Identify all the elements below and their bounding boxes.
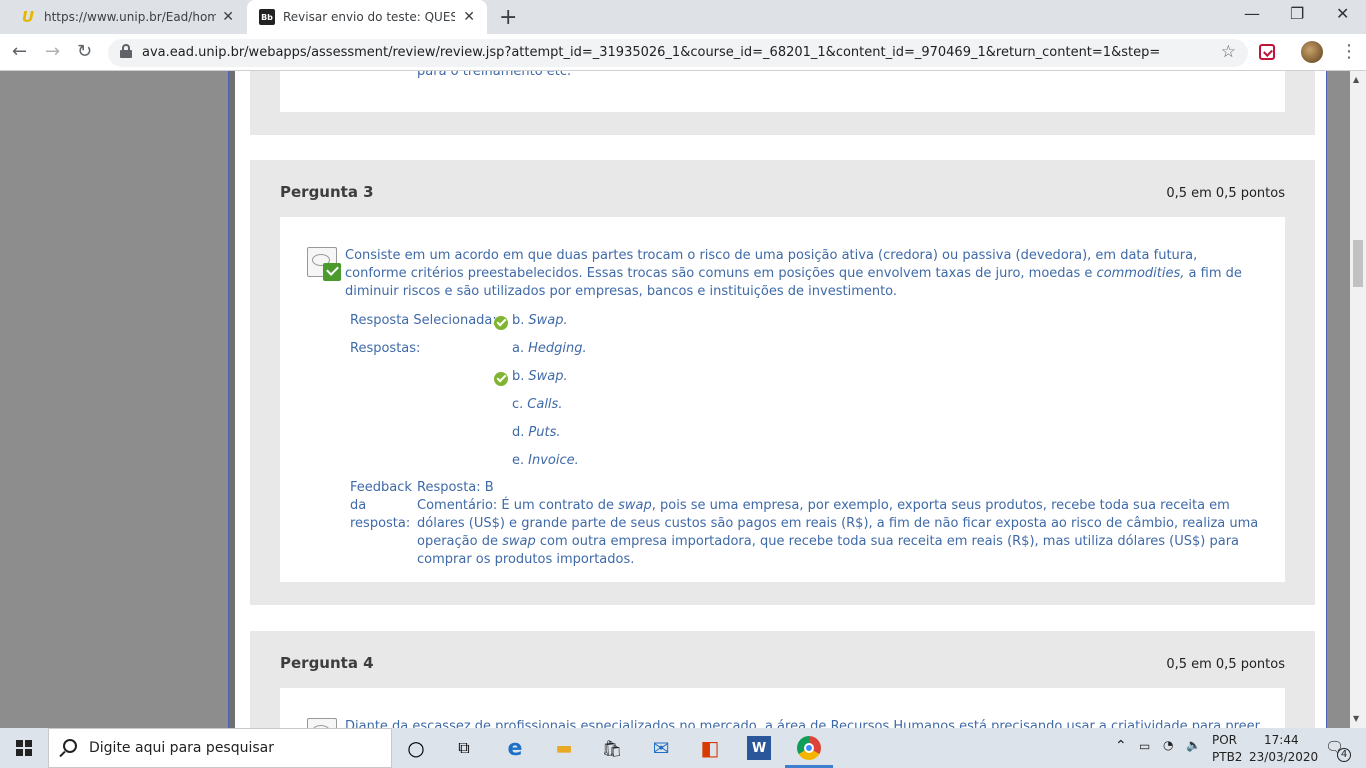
- file-explorer-icon[interactable]: ▬: [552, 736, 576, 760]
- tab-title: https://www.unip.br/Ead/home/lo: [44, 10, 216, 24]
- menu-icon[interactable]: ⋮: [1340, 41, 1358, 62]
- windows-start-icon[interactable]: [16, 740, 32, 756]
- forward-icon[interactable]: →: [45, 41, 60, 62]
- check-icon: [494, 316, 508, 330]
- question-block-4: Pergunta 4 0,5 em 0,5 pontos Diante da e…: [250, 631, 1315, 728]
- word-icon[interactable]: W: [747, 736, 771, 760]
- office-icon[interactable]: ◧: [698, 736, 722, 760]
- scroll-up-icon[interactable]: ▲: [1353, 75, 1359, 84]
- notification-count: 4: [1337, 748, 1351, 762]
- clock-time[interactable]: 17:44: [1264, 733, 1299, 747]
- windows-taskbar: Digite aqui para pesquisar ○ ⧉ e ▬ 🛍 ✉ ◧…: [0, 728, 1366, 768]
- question-text: Diante da escassez de profissionais espe…: [345, 719, 1260, 728]
- question-card: Diante da escassez de profissionais espe…: [280, 688, 1285, 728]
- vertical-scrollbar[interactable]: [1350, 71, 1366, 728]
- selected-answer-label: Resposta Selecionada:: [350, 313, 497, 328]
- clock-date[interactable]: 23/03/2020: [1249, 750, 1318, 764]
- address-bar[interactable]: ava.ead.unip.br/webapps/assessment/revie…: [108, 39, 1248, 67]
- tab-unip[interactable]: U https://www.unip.br/Ead/home/lo ✕: [8, 0, 246, 34]
- new-tab-icon[interactable]: +: [499, 5, 517, 30]
- battery-icon[interactable]: ▭: [1139, 739, 1150, 753]
- back-icon[interactable]: ←: [12, 41, 27, 62]
- language-code[interactable]: POR: [1212, 733, 1237, 747]
- page-viewport: para o treinamento etc. Pergunta 3 0,5 e…: [0, 71, 1350, 728]
- tab-strip: U https://www.unip.br/Ead/home/lo ✕ Bb R…: [0, 0, 1366, 34]
- answers-label: Respostas:: [350, 341, 421, 356]
- task-view-icon[interactable]: ⧉: [452, 736, 476, 760]
- minimize-icon[interactable]: —: [1244, 4, 1260, 23]
- feedback-text: Resposta: B Comentário: É um contrato de…: [417, 480, 1259, 567]
- answer-option: e. Invoice.: [512, 453, 579, 468]
- previous-feedback-text: para o treinamento etc.: [417, 71, 572, 79]
- question-block-previous: para o treinamento etc.: [250, 71, 1315, 135]
- close-window-icon[interactable]: ✕: [1336, 4, 1349, 23]
- reload-icon[interactable]: ↻: [77, 41, 92, 62]
- feedback-label: Feedback da resposta:: [350, 480, 412, 531]
- question-points: 0,5 em 0,5 pontos: [1166, 186, 1285, 201]
- tab-review[interactable]: Bb Revisar envio do teste: QUESTION ✕: [247, 0, 487, 34]
- chrome-icon[interactable]: [797, 736, 821, 760]
- search-placeholder: Digite aqui para pesquisar: [89, 740, 275, 756]
- selected-answer: b. Swap.: [512, 313, 568, 328]
- unip-icon: U: [21, 8, 35, 26]
- check-icon: [494, 372, 508, 386]
- question-card: Consiste em um acordo em que duas partes…: [280, 217, 1285, 582]
- show-hidden-icons-icon[interactable]: ⌃: [1115, 738, 1127, 754]
- page-content: para o treinamento etc. Pergunta 3 0,5 e…: [235, 71, 1326, 728]
- question-title: Pergunta 3: [280, 183, 374, 201]
- answer-option: a. Hedging.: [512, 341, 587, 356]
- cortana-icon[interactable]: ○: [404, 736, 428, 760]
- correct-answer-icon: [307, 247, 341, 281]
- close-tab-icon[interactable]: ✕: [463, 9, 475, 25]
- answer-option: b. Swap.: [512, 369, 568, 384]
- question-text: Consiste em um acordo em que duas partes…: [345, 248, 1242, 299]
- taskbar-search[interactable]: Digite aqui para pesquisar: [48, 728, 392, 768]
- restore-icon[interactable]: ❐: [1290, 4, 1304, 23]
- extension-icon[interactable]: [1259, 44, 1275, 60]
- keyboard-layout[interactable]: PTB2: [1212, 750, 1242, 764]
- question-title: Pergunta 4: [280, 654, 374, 672]
- question-points: 0,5 em 0,5 pontos: [1166, 657, 1285, 672]
- answer-option: c. Calls.: [512, 397, 563, 412]
- navigation-bar: ← → ↻ ava.ead.unip.br/webapps/assessment…: [0, 34, 1366, 71]
- profile-avatar[interactable]: [1301, 41, 1323, 63]
- scrollbar-thumb[interactable]: [1353, 240, 1363, 287]
- volume-icon[interactable]: 🔈: [1186, 738, 1201, 752]
- wifi-icon[interactable]: ◔: [1163, 738, 1173, 752]
- scroll-down-icon[interactable]: ▼: [1353, 714, 1359, 723]
- blackboard-icon: Bb: [259, 9, 275, 25]
- question-block-3: Pergunta 3 0,5 em 0,5 pontos Consiste em…: [250, 160, 1315, 605]
- answer-option: d. Puts.: [512, 425, 561, 440]
- lock-icon: [120, 44, 132, 58]
- edge-icon[interactable]: e: [503, 736, 527, 761]
- mail-icon[interactable]: ✉: [649, 736, 673, 760]
- url-text: ava.ead.unip.br/webapps/assessment/revie…: [142, 45, 1161, 60]
- store-icon[interactable]: 🛍: [600, 736, 624, 760]
- tab-title: Revisar envio do teste: QUESTION: [283, 10, 455, 24]
- correct-answer-icon: [307, 718, 341, 728]
- bookmark-star-icon[interactable]: ☆: [1221, 42, 1236, 62]
- close-tab-icon[interactable]: ✕: [222, 9, 234, 25]
- search-icon: [63, 739, 77, 753]
